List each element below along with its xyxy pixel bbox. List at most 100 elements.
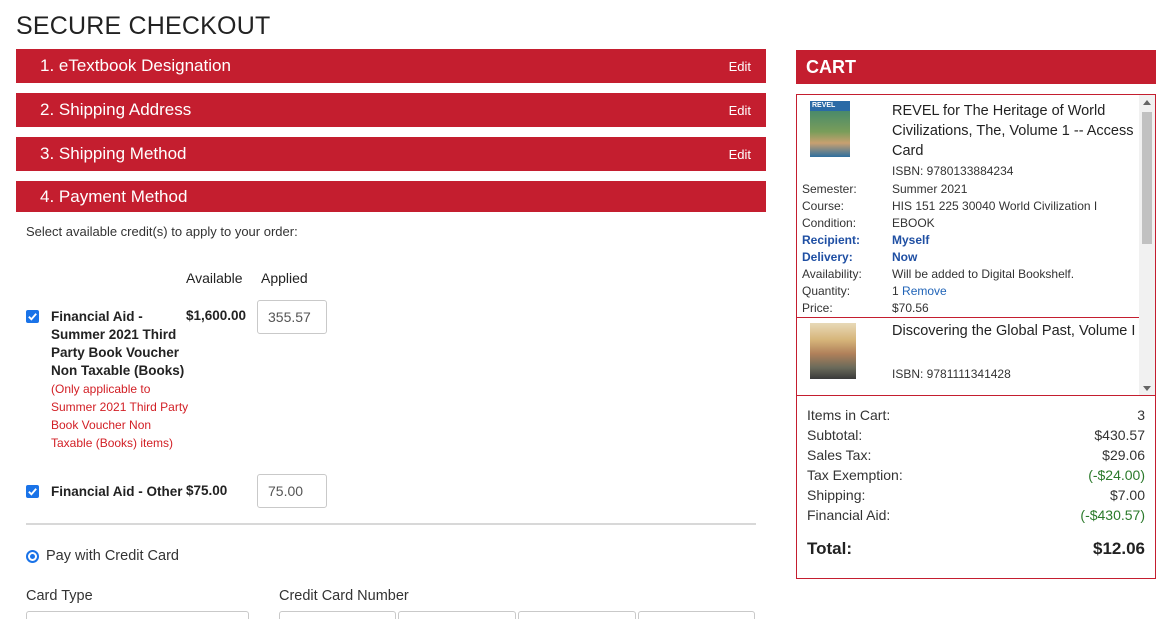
step-label: 2. Shipping Address [40, 100, 192, 119]
summary-sales-tax: Sales Tax: $29.06 [807, 447, 1145, 467]
item-title: Discovering the Global Past, Volume I [892, 323, 1136, 339]
detail-key: Delivery: [802, 250, 853, 264]
cart-items-list[interactable]: REVEL REVEL for The Heritage of World Ci… [797, 95, 1139, 396]
detail-key: Quantity: [802, 284, 851, 298]
detail-value: Summer 2021 [892, 182, 968, 196]
summary-value: 3 [1137, 407, 1145, 423]
edit-shipping-method-button[interactable]: Edit [729, 147, 751, 162]
detail-value: Will be added to Digital Bookshelf. [892, 267, 1075, 281]
summary-key: Subtotal: [807, 427, 863, 443]
summary-key: Shipping: [807, 487, 866, 503]
column-header-available: Available [186, 270, 243, 286]
credit-name-text: Financial Aid - Summer 2021 Third Party … [51, 309, 185, 378]
credits-intro: Select available credit(s) to apply to y… [26, 224, 298, 239]
detail-key: Price: [802, 301, 833, 315]
page-title: SECURE CHECKOUT [16, 12, 271, 40]
book-cover-image: REVEL [810, 101, 850, 157]
check-icon [28, 488, 37, 496]
summary-value: (-$24.00) [1088, 467, 1145, 483]
summary-total: Total: $12.06 [807, 539, 1145, 563]
step-etextbook-designation[interactable]: 1. eTextbook Designation Edit [16, 49, 766, 83]
card-number-field-1[interactable] [279, 611, 396, 619]
card-number-field-3[interactable] [518, 611, 636, 619]
item-isbn: ISBN: 9780133884234 [892, 164, 1014, 178]
book-cover-image [810, 323, 856, 379]
column-header-applied: Applied [261, 270, 308, 286]
cart-scrollbar[interactable] [1139, 95, 1155, 396]
summary-key: Tax Exemption: [807, 467, 903, 483]
check-icon [28, 313, 37, 321]
scrollbar-thumb[interactable] [1142, 112, 1152, 244]
detail-key: Semester: [802, 182, 857, 196]
detail-key: Course: [802, 199, 845, 213]
detail-price: Price: $70.56 [802, 300, 1137, 317]
credit-restriction-note: (Only applicable to Summer 2021 Third Pa… [51, 382, 189, 450]
scroll-up-arrow-icon[interactable] [1143, 100, 1151, 105]
edit-etextbook-button[interactable]: Edit [729, 59, 751, 74]
cart-panel: REVEL REVEL for The Heritage of World Ci… [796, 94, 1156, 579]
credit-checkbox[interactable] [26, 310, 39, 323]
detail-condition: Condition: EBOOK [802, 215, 1137, 232]
credit-available-amount: $75.00 [186, 483, 228, 498]
summary-key: Items in Cart: [807, 407, 891, 423]
divider [26, 523, 756, 525]
detail-value: HIS 151 225 30040 World Civilization I [892, 199, 1098, 213]
summary-financial-aid: Financial Aid: (-$430.57) [807, 507, 1145, 527]
detail-value: $70.56 [892, 301, 929, 315]
step-payment-method: 4. Payment Method [16, 181, 766, 212]
summary-key: Financial Aid: [807, 507, 891, 523]
detail-key: Recipient: [802, 233, 861, 247]
credit-applied-input[interactable] [257, 474, 327, 508]
detail-value: EBOOK [892, 216, 935, 230]
item-title: REVEL for The Heritage of World Civiliza… [892, 103, 1134, 159]
radio-dot [30, 553, 35, 559]
credit-checkbox[interactable] [26, 485, 39, 498]
summary-value: $7.00 [1109, 487, 1145, 503]
summary-items-in-cart: Items in Cart: 3 [807, 407, 1145, 427]
summary-tax-exemption: Tax Exemption: (-$24.00) [807, 467, 1145, 487]
step-label: 3. Shipping Method [40, 144, 187, 163]
radio-button[interactable] [26, 549, 39, 563]
detail-availability: Availability: Will be added to Digital B… [802, 266, 1137, 283]
pay-with-credit-card-option[interactable]: Pay with Credit Card [26, 548, 179, 564]
detail-semester: Semester: Summer 2021 [802, 181, 1137, 198]
card-type-select[interactable] [26, 611, 249, 619]
credit-applied-input[interactable] [257, 300, 327, 334]
step-shipping-address[interactable]: 2. Shipping Address Edit [16, 93, 766, 127]
divider [797, 395, 1155, 396]
summary-value: (-$430.57) [1080, 507, 1145, 523]
step-shipping-method[interactable]: 3. Shipping Method Edit [16, 137, 766, 171]
detail-key: Condition: [802, 216, 857, 230]
remove-item-link[interactable]: Remove [902, 284, 947, 298]
detail-value: Myself [892, 233, 930, 247]
detail-key: Availability: [802, 267, 862, 281]
quantity-value: 1 [892, 284, 899, 298]
detail-delivery: Delivery: Now [802, 249, 1137, 266]
detail-value: 1 Remove [892, 283, 947, 300]
credit-name: Financial Aid - Summer 2021 Third Party … [51, 308, 191, 452]
card-number-field-4[interactable] [638, 611, 755, 619]
summary-key: Sales Tax: [807, 447, 872, 463]
detail-quantity: Quantity: 1 Remove [802, 283, 1137, 300]
credit-name-text: Financial Aid - Other [51, 484, 183, 499]
radio-label: Pay with Credit Card [46, 548, 179, 564]
total-value: $12.06 [1093, 539, 1145, 558]
summary-subtotal: Subtotal: $430.57 [807, 427, 1145, 447]
edit-shipping-address-button[interactable]: Edit [729, 103, 751, 118]
cover-tag: REVEL [812, 102, 836, 109]
scroll-down-arrow-icon[interactable] [1143, 386, 1151, 391]
card-type-label: Card Type [26, 588, 93, 604]
detail-value: Now [892, 250, 918, 264]
detail-recipient: Recipient: Myself [802, 232, 1137, 249]
step-label: 1. eTextbook Designation [40, 56, 231, 75]
order-summary: Items in Cart: 3 Subtotal: $430.57 Sales… [807, 407, 1145, 563]
credit-available-amount: $1,600.00 [186, 308, 247, 323]
item-isbn: ISBN: 9781111341428 [892, 367, 1011, 381]
card-number-label: Credit Card Number [279, 588, 409, 604]
step-label: 4. Payment Method [40, 186, 188, 206]
summary-value: $430.57 [1094, 427, 1145, 443]
cart-item: REVEL REVEL for The Heritage of World Ci… [797, 99, 1139, 318]
card-number-field-2[interactable] [398, 611, 516, 619]
cart-header: CART [796, 50, 1156, 84]
summary-shipping: Shipping: $7.00 [807, 487, 1145, 507]
